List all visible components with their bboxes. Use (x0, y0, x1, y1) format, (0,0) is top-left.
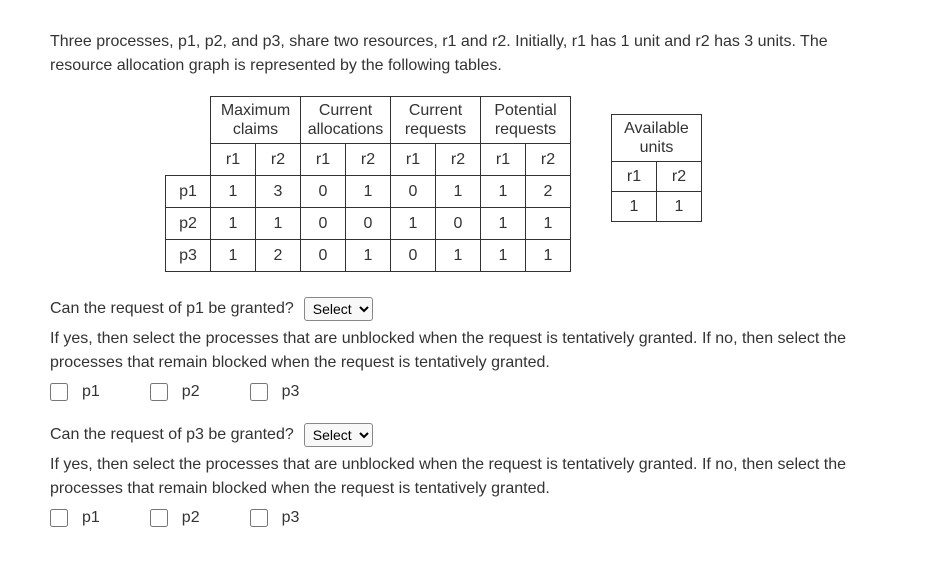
subhead: r1 (301, 144, 346, 176)
avail-cell: 1 (612, 192, 657, 222)
cell: 1 (211, 176, 256, 208)
col-group-req: Current requests (391, 97, 481, 144)
cell: 1 (481, 208, 526, 240)
checkbox-label: p1 (82, 509, 100, 527)
cell: 0 (301, 208, 346, 240)
cell: 0 (301, 240, 346, 272)
col-group-max: Maximum claims (211, 97, 301, 144)
checkbox-input[interactable] (250, 383, 268, 401)
row-label: p1 (166, 176, 211, 208)
cell: 3 (256, 176, 301, 208)
q2-checkbox-p2[interactable]: p2 (150, 509, 200, 527)
cell: 1 (391, 208, 436, 240)
q1-checkbox-p2[interactable]: p2 (150, 383, 200, 401)
checkbox-input[interactable] (150, 383, 168, 401)
col-group-pot: Potential requests (481, 97, 571, 144)
subhead: r1 (391, 144, 436, 176)
q1-checkbox-p3[interactable]: p3 (250, 383, 300, 401)
q2-followup: If yes, then select the processes that a… (50, 453, 892, 501)
cell: 0 (346, 208, 391, 240)
checkbox-label: p2 (182, 383, 200, 401)
cell: 1 (481, 240, 526, 272)
corner-cell (166, 97, 211, 176)
intro-text: Three processes, p1, p2, and p3, share t… (50, 30, 892, 78)
cell: 1 (436, 240, 481, 272)
table-row: p1 1 3 0 1 0 1 1 2 (166, 176, 571, 208)
subhead: r2 (346, 144, 391, 176)
cell: 2 (526, 176, 571, 208)
row-label: p2 (166, 208, 211, 240)
checkbox-label: p3 (282, 509, 300, 527)
cell: 0 (436, 208, 481, 240)
cell: 1 (481, 176, 526, 208)
cell: 1 (436, 176, 481, 208)
q2-checkbox-p1[interactable]: p1 (50, 509, 100, 527)
avail-header: Available units (612, 115, 702, 162)
q1-select[interactable]: Select (304, 297, 373, 321)
q1-checkbox-row: p1 p2 p3 (50, 383, 892, 401)
checkbox-input[interactable] (150, 509, 168, 527)
cell: 0 (301, 176, 346, 208)
table-row: p2 1 1 0 0 1 0 1 1 (166, 208, 571, 240)
checkbox-input[interactable] (250, 509, 268, 527)
col-group-alloc: Current allocations (301, 97, 391, 144)
row-label: p3 (166, 240, 211, 272)
checkbox-label: p2 (182, 509, 200, 527)
available-table: Available units r1 r2 1 1 (611, 114, 702, 222)
tables-container: Maximum claims Current allocations Curre… (165, 96, 892, 272)
q2-checkbox-row: p1 p2 p3 (50, 509, 892, 527)
q2-text: Can the request of p3 be granted? (50, 426, 294, 444)
table-row: p3 1 2 0 1 0 1 1 1 (166, 240, 571, 272)
cell: 0 (391, 240, 436, 272)
checkbox-input[interactable] (50, 509, 68, 527)
subhead: r1 (481, 144, 526, 176)
q2-select[interactable]: Select (304, 423, 373, 447)
cell: 1 (346, 240, 391, 272)
question-1: Can the request of p1 be granted? Select… (50, 297, 892, 401)
cell: 1 (526, 208, 571, 240)
cell: 1 (256, 208, 301, 240)
avail-cell: 1 (657, 192, 702, 222)
avail-subhead: r1 (612, 162, 657, 192)
q1-text: Can the request of p1 be granted? (50, 300, 294, 318)
cell: 1 (211, 240, 256, 272)
q1-followup: If yes, then select the processes that a… (50, 327, 892, 375)
question-2: Can the request of p3 be granted? Select… (50, 423, 892, 527)
cell: 1 (346, 176, 391, 208)
cell: 1 (526, 240, 571, 272)
subhead: r1 (211, 144, 256, 176)
cell: 1 (211, 208, 256, 240)
q2-checkbox-p3[interactable]: p3 (250, 509, 300, 527)
allocation-table: Maximum claims Current allocations Curre… (165, 96, 571, 272)
avail-subhead: r2 (657, 162, 702, 192)
cell: 2 (256, 240, 301, 272)
q1-checkbox-p1[interactable]: p1 (50, 383, 100, 401)
checkbox-label: p3 (282, 383, 300, 401)
subhead: r2 (526, 144, 571, 176)
checkbox-label: p1 (82, 383, 100, 401)
cell: 0 (391, 176, 436, 208)
subhead: r2 (436, 144, 481, 176)
subhead: r2 (256, 144, 301, 176)
checkbox-input[interactable] (50, 383, 68, 401)
